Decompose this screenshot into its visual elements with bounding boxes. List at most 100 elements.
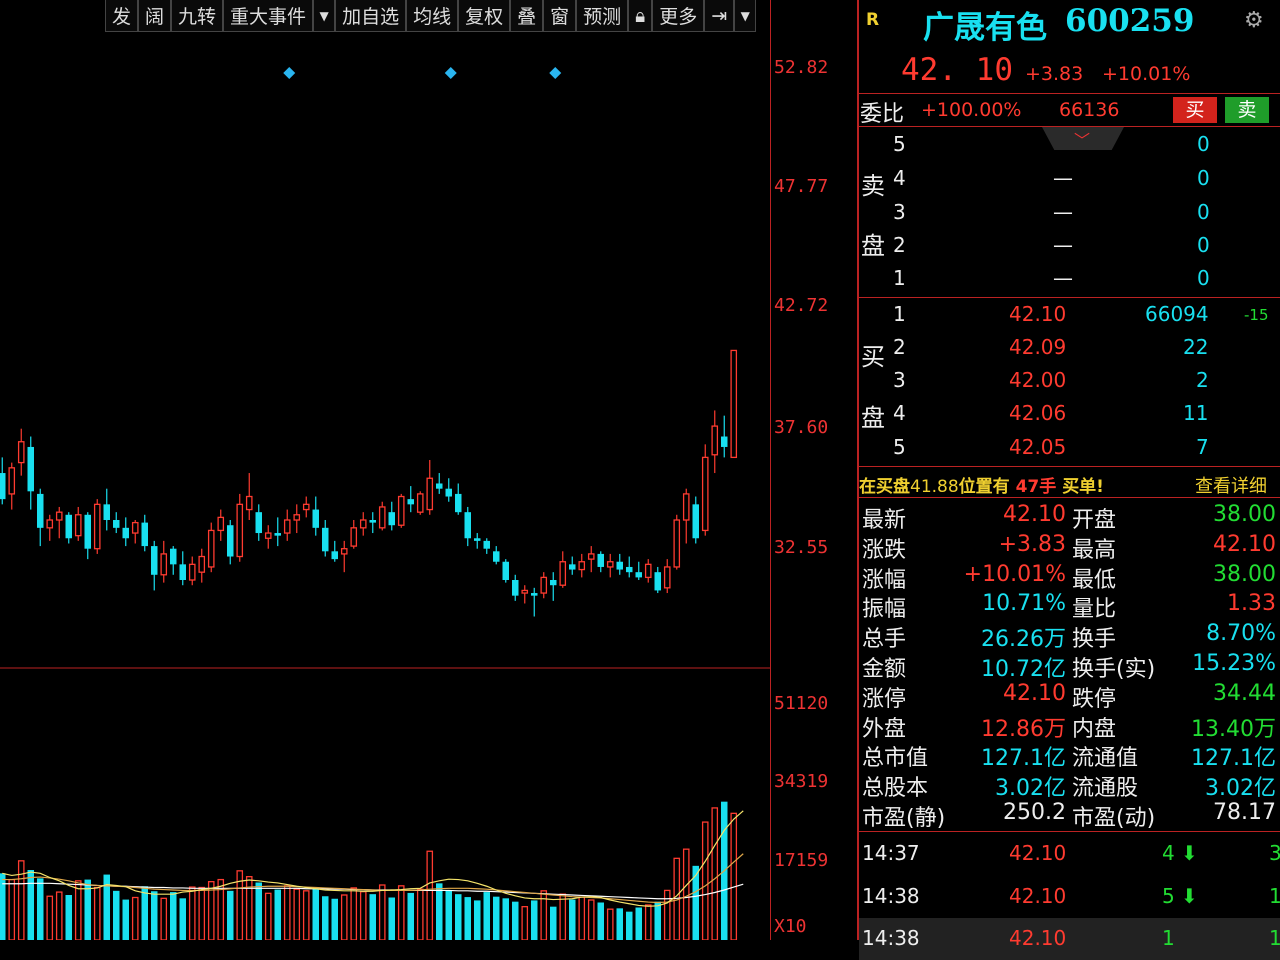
volume-bar-up (559, 893, 567, 940)
candle-body-up (283, 519, 291, 534)
toolbar-jiuzhuan[interactable]: 九转 (171, 0, 224, 32)
volume-bar-down (122, 899, 129, 940)
toolbar-ma[interactable]: 均线 (406, 0, 459, 32)
stat-value: 10.71% (982, 591, 1066, 617)
volume-bars (0, 801, 738, 940)
toolbar-dropdown-2[interactable]: ▼ (734, 0, 757, 32)
toolbar-kuo[interactable]: 阔 (138, 0, 172, 32)
candle-body-up (93, 503, 101, 550)
volume-bar-down (635, 907, 642, 940)
stat-label: 总市值 (862, 746, 929, 772)
toolbar-collapse[interactable]: ⇥ (704, 0, 735, 32)
volume-bar-down (407, 892, 414, 940)
stat-label: 流通值 (1072, 746, 1139, 772)
volume-bar-up (198, 886, 206, 940)
volume-bar-up (46, 895, 54, 940)
toolbar-major-events[interactable]: 重大事件 (223, 0, 314, 32)
stat-label: 总手 (862, 627, 907, 653)
stat-value: 8.70% (1206, 621, 1276, 647)
stat-value: 78.17 (1213, 800, 1276, 825)
sell-button[interactable]: 卖 (1225, 97, 1269, 123)
candle-body-down (274, 533, 281, 536)
price-tick: 32.55 (774, 537, 829, 558)
toolbar-dropdown[interactable]: ▼ (313, 0, 336, 32)
toolbar-window[interactable]: 窗 (543, 0, 577, 32)
stock-code: 600259 (1065, 3, 1195, 39)
toolbar-lock[interactable]: 🔒︎ (628, 0, 653, 32)
stat-value: 42.10 (1003, 502, 1066, 527)
stat-label: 涨幅 (862, 567, 907, 593)
toolbar-overlay[interactable]: 叠 (510, 0, 544, 32)
volume-bar-up (521, 906, 529, 940)
volume-bar-up (711, 807, 719, 940)
stat-value: +3.83 (998, 531, 1066, 557)
candle-body-down (122, 527, 129, 539)
volume-bar-up (350, 887, 358, 940)
candle-body-down (179, 564, 186, 580)
candle-body-down (369, 520, 376, 523)
volume-bar-up (188, 886, 196, 940)
stat-value: 3.02亿 (1205, 776, 1276, 802)
candle-body-up (17, 441, 25, 464)
candle-body-down (597, 553, 604, 567)
stat-value: 10.72亿 (981, 657, 1066, 682)
chart-toolbar: 发 阔 九转 重大事件 ▼ 加自选 均线 复权 叠 窗 预测 🔒︎ 更多 ⇥ ▼ (105, 0, 757, 33)
gear-icon[interactable]: ⚙ (1244, 8, 1264, 33)
stat-value: 12.86万 (981, 716, 1066, 742)
volume-bar-up (160, 897, 168, 940)
event-marker (283, 67, 296, 79)
toolbar-add-watchlist[interactable]: 加自选 (335, 0, 407, 32)
volume-bar-down (255, 882, 262, 940)
candle-body-down (569, 564, 576, 570)
stat-value: 127.1亿 (981, 746, 1066, 772)
volume-bar-down (464, 897, 471, 940)
volume-bar-up (74, 880, 82, 940)
candle-body-down (474, 538, 481, 541)
candle-body-down (455, 493, 462, 513)
price-axis: 52.82 47.77 42.72 37.60 32.55 51120 3431… (770, 0, 857, 940)
candle-body-up (673, 519, 681, 568)
kline-chart[interactable] (0, 0, 770, 940)
candle-body-down (550, 580, 557, 586)
toolbar-forecast[interactable]: 预测 (576, 0, 629, 32)
down-arrow-icon: ⬇ (1181, 884, 1198, 908)
volume-tick: 51120 (774, 693, 829, 714)
candle-body-down (635, 572, 642, 578)
volume-bar-up (283, 885, 291, 940)
view-details-link[interactable]: 查看详细 (1195, 472, 1267, 498)
candle-body-up (207, 529, 215, 568)
volume-bar-up (93, 886, 101, 940)
candle-body-down (407, 499, 414, 505)
stat-row: 最新 42.10 开盘 38.00 (859, 501, 1280, 533)
last-price: 42. 10 (901, 52, 1013, 88)
candle-body-down (65, 514, 72, 539)
toolbar-more[interactable]: 更多 (652, 0, 705, 32)
down-arrow-icon: ⬇ (1181, 841, 1198, 865)
volume-bar-down (388, 897, 395, 940)
big-order-notice[interactable]: 在买盘41.88位置有 47手 买单! (859, 472, 1104, 497)
candle-body-up (416, 493, 424, 513)
dropdown-icon: ▼ (319, 8, 329, 23)
volume-bar-down (483, 892, 490, 940)
volume-bar-down (369, 894, 376, 940)
stat-value: 1.33 (1227, 591, 1276, 617)
candle-body-up (350, 527, 358, 547)
volume-bar-down (626, 911, 633, 940)
candle-body-up (730, 349, 738, 459)
candle-body-up (606, 561, 614, 568)
buy-button[interactable]: 买 (1173, 97, 1217, 123)
stat-value: 42.10 (1003, 680, 1066, 706)
price-tick: 37.60 (774, 417, 829, 438)
volume-bar-up (606, 908, 614, 940)
event-marker (549, 67, 562, 79)
stat-label: 换手 (1072, 627, 1117, 653)
sell-row-3: 3 — 0 (893, 200, 1210, 224)
sell-row-1: 1 — 0 (893, 266, 1210, 290)
toolbar-adjust[interactable]: 复权 (458, 0, 511, 32)
toolbar-fa[interactable]: 发 (105, 0, 139, 32)
buy-row-5: 5 42.05 7 (893, 435, 1209, 459)
volume-unit: X10 (774, 916, 807, 937)
stat-value: 38.00 (1213, 502, 1276, 527)
price-tick: 42.72 (774, 295, 829, 316)
lock-icon: 🔒︎ (635, 4, 646, 27)
